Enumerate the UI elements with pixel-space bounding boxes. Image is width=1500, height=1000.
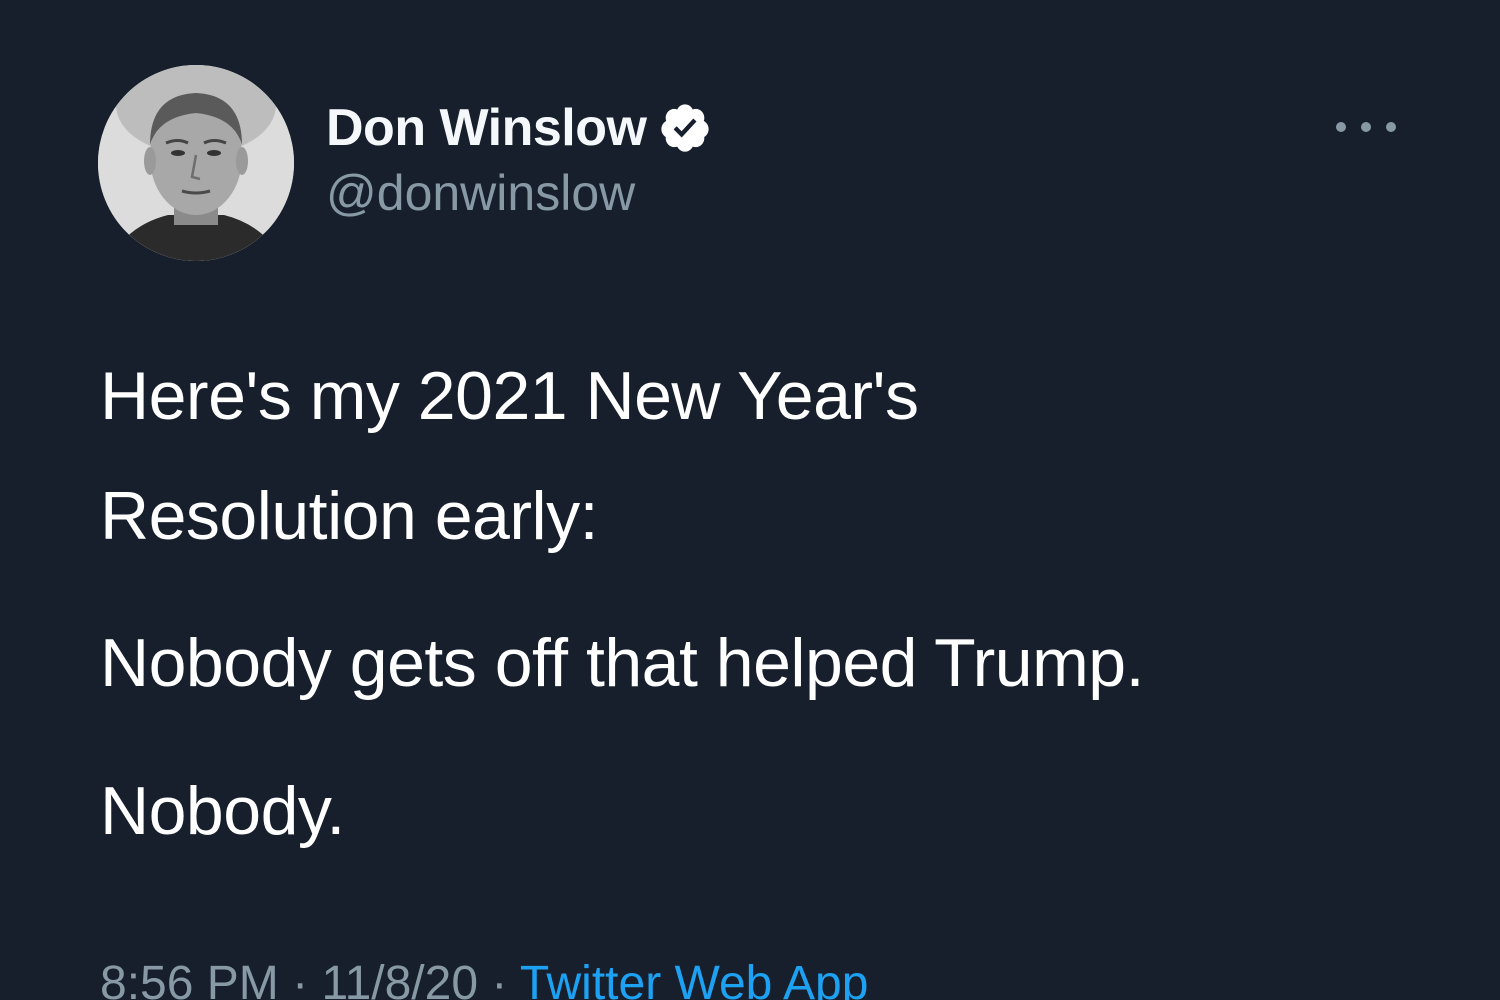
tweet-source-link[interactable]: Twitter Web App (520, 957, 869, 1000)
more-dot (1361, 122, 1371, 132)
author-handle[interactable]: @donwinslow (326, 164, 712, 222)
more-dot (1336, 122, 1346, 132)
tweet-text-paragraph-2: Nobody gets off that helped Trump. (100, 625, 1144, 701)
tweet-text-line: Resolution early: (100, 478, 598, 554)
tweet-card: Don Winslow @donwinslow Here's my 2021 N… (0, 0, 1500, 1000)
more-options-icon[interactable] (1336, 112, 1396, 142)
tweet-time[interactable]: 8:56 PM (100, 957, 279, 1000)
tweet-text-paragraph-3: Nobody. (100, 773, 345, 849)
tweet-text-paragraph-1: Here's my 2021 New Year's Resolution ear… (100, 336, 919, 576)
verified-badge-icon (658, 101, 712, 155)
more-dot (1386, 122, 1396, 132)
author-avatar[interactable] (98, 65, 294, 261)
meta-separator: · (491, 957, 508, 1000)
meta-separator: · (292, 957, 309, 1000)
author-name-row: Don Winslow (326, 96, 712, 160)
tweet-date[interactable]: 11/8/20 (321, 957, 478, 1000)
tweet-text-line: Here's my 2021 New Year's (100, 358, 919, 434)
author-display-name[interactable]: Don Winslow (326, 98, 647, 158)
author-info[interactable]: Don Winslow @donwinslow (326, 96, 712, 222)
avatar-portrait (98, 65, 294, 261)
tweet-meta: 8:56 PM · 11/8/20 · Twitter Web App (100, 956, 868, 1000)
